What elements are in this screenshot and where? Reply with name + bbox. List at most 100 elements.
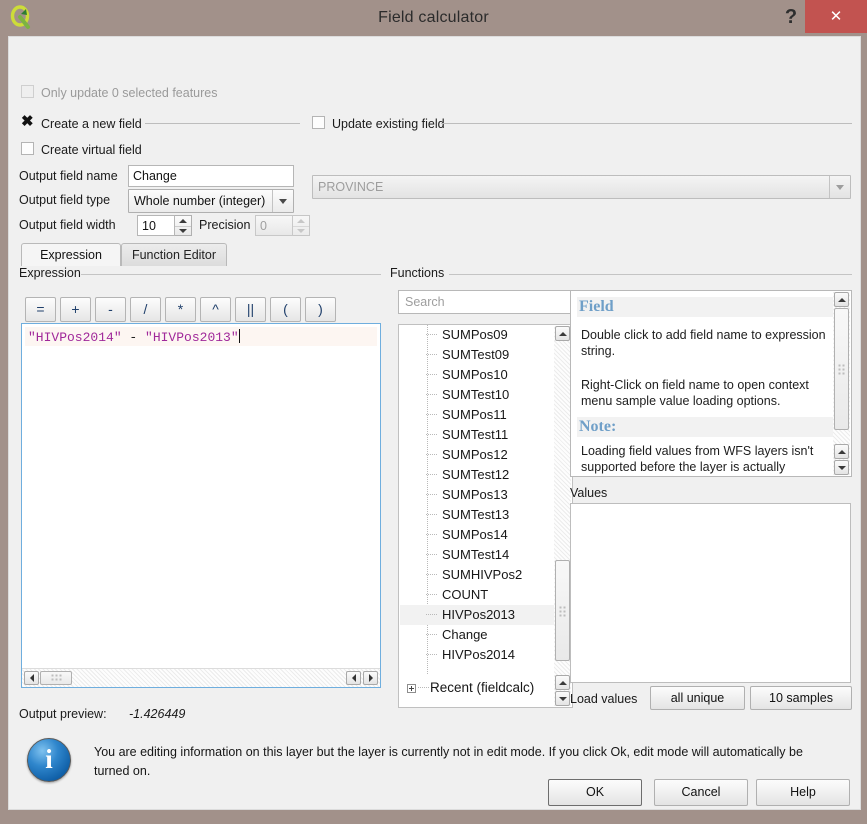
help-note-text: Loading field values from WFS layers isn… <box>581 444 814 474</box>
output-preview-label: Output preview: <box>19 707 107 721</box>
tree-item-change[interactable]: Change <box>400 625 571 645</box>
hscroll-prev-icon[interactable] <box>346 671 361 685</box>
values-list[interactable] <box>570 503 851 683</box>
update-existing-field-label: Update existing field <box>332 117 445 131</box>
operator-button-equals[interactable]: = <box>25 297 56 322</box>
hscroll-thumb[interactable] <box>40 671 72 685</box>
load-values-label: Load values <box>570 692 638 706</box>
tree-item-sumhivpos2[interactable]: SUMHIVPos2 <box>400 565 571 585</box>
operator-button-concat[interactable]: || <box>235 297 266 322</box>
cancel-button[interactable]: Cancel <box>654 779 748 806</box>
tree-branch-icon <box>426 474 438 475</box>
tree-branch-icon <box>426 614 438 615</box>
precision-stepper-down-icon <box>293 225 309 237</box>
tree-item-hivpos2014[interactable]: HIVPos2014 <box>400 645 571 665</box>
tree-item-count[interactable]: COUNT <box>400 585 571 605</box>
update-existing-field-checkbox[interactable] <box>312 116 325 129</box>
tree-item-label: SUMTest09 <box>442 347 510 362</box>
functions-search-input[interactable]: Search <box>398 290 573 314</box>
tree-item-sumpos11[interactable]: SUMPos11 <box>400 405 571 425</box>
tree-item-label: SUMTest10 <box>442 387 510 402</box>
hscroll-left-icon[interactable] <box>24 671 39 685</box>
output-field-width-stepper[interactable] <box>175 215 192 236</box>
help-note-heading: Note: <box>577 417 843 437</box>
tree-item-sumpos14[interactable]: SUMPos14 <box>400 525 571 545</box>
vscroll-down-step-icon[interactable] <box>555 675 570 690</box>
only-update-selected-label: Only update 0 selected features <box>41 86 218 100</box>
tree-item-sumpos12[interactable]: SUMPos12 <box>400 445 571 465</box>
help-scroll-thumb[interactable] <box>834 308 849 430</box>
expression-hscrollbar[interactable] <box>22 668 380 687</box>
operator-button-plus[interactable]: + <box>60 297 91 322</box>
tree-item-label: HIVPos2013 <box>442 607 515 622</box>
hscroll-right-icon[interactable] <box>363 671 378 685</box>
precision-input: 0 <box>255 215 293 236</box>
tree-item-label: SUMTest13 <box>442 507 510 522</box>
tree-item-sumpos10[interactable]: SUMPos10 <box>400 365 571 385</box>
output-field-name-label: Output field name <box>19 169 118 183</box>
tree-item-sumtest11[interactable]: SUMTest11 <box>400 425 571 445</box>
expression-token-field2: "HIVPos2013" <box>145 330 239 345</box>
create-virtual-field-checkbox[interactable] <box>21 142 34 155</box>
close-icon[interactable]: ✕ <box>805 0 867 33</box>
operator-button-paren-close[interactable]: ) <box>305 297 336 322</box>
create-new-field-rule <box>145 123 300 124</box>
operator-button-power[interactable]: ^ <box>200 297 231 322</box>
help-button[interactable]: Help <box>756 779 850 806</box>
only-update-selected-checkbox <box>21 85 34 98</box>
functions-vscrollbar[interactable] <box>554 326 571 706</box>
tab-function-editor[interactable]: Function Editor <box>121 243 227 266</box>
tree-node-recent[interactable]: Recent (fieldcalc) <box>400 678 571 698</box>
tree-branch-icon <box>426 574 438 575</box>
precision-stepper <box>293 215 310 236</box>
operator-button-divide[interactable]: / <box>130 297 161 322</box>
output-field-width-label: Output field width <box>19 218 116 232</box>
tree-item-sumtest09[interactable]: SUMTest09 <box>400 345 571 365</box>
tree-item-sumtest14[interactable]: SUMTest14 <box>400 545 571 565</box>
tree-item-sumtest13[interactable]: SUMTest13 <box>400 505 571 525</box>
ok-button[interactable]: OK <box>548 779 642 806</box>
tree-branch-icon <box>426 594 438 595</box>
tree-item-sumpos09[interactable]: SUMPos09 <box>400 325 571 345</box>
output-field-width-input[interactable]: 10 <box>137 215 175 236</box>
vscroll-thumb[interactable] <box>555 560 570 661</box>
window-title: Field calculator <box>378 9 489 26</box>
tree-item-sumtest12[interactable]: SUMTest12 <box>400 465 571 485</box>
tree-branch-icon <box>426 514 438 515</box>
operator-button-paren-open[interactable]: ( <box>270 297 301 322</box>
tree-item-hivpos2013[interactable]: HIVPos2013 <box>400 605 571 625</box>
expression-editor[interactable]: "HIVPos2014" - "HIVPos2013" <box>21 323 381 688</box>
operator-button-multiply[interactable]: * <box>165 297 196 322</box>
text-caret <box>238 329 240 343</box>
help-scroll-up-icon[interactable] <box>834 292 849 307</box>
tree-branch-icon <box>426 654 438 655</box>
tree-branch-icon <box>426 334 438 335</box>
all-unique-button[interactable]: all unique <box>650 686 745 710</box>
expression-text: "HIVPos2014" - "HIVPos2013" <box>28 329 240 345</box>
expand-plus-icon[interactable] <box>407 684 416 693</box>
chevron-down-icon <box>272 190 293 212</box>
stepper-up-icon[interactable] <box>175 216 191 226</box>
help-scroll-up-step-icon[interactable] <box>834 444 849 459</box>
ten-samples-button[interactable]: 10 samples <box>750 686 852 710</box>
help-scroll-down-icon[interactable] <box>834 460 849 475</box>
stepper-down-icon[interactable] <box>175 225 191 237</box>
create-new-field-checkbox[interactable]: ✖ <box>21 114 34 129</box>
output-field-type-combo[interactable]: Whole number (integer) <box>128 189 294 213</box>
tree-item-sumtest10[interactable]: SUMTest10 <box>400 385 571 405</box>
functions-tree[interactable]: SUMPos09 SUMTest09 SUMPos10 SUMTest10 SUMPos… <box>398 324 573 708</box>
vscroll-down-icon[interactable] <box>555 691 570 706</box>
tree-item-sumpos13[interactable]: SUMPos13 <box>400 485 571 505</box>
output-field-name-input[interactable]: Change <box>128 165 294 187</box>
help-heading: Field <box>577 297 843 317</box>
dialog-body: Only update 0 selected features ✖ Create… <box>8 36 861 810</box>
vscroll-up-icon[interactable] <box>555 326 570 341</box>
tree-node-recent-label: Recent (fieldcalc) <box>430 680 535 695</box>
tree-item-label: SUMPos12 <box>442 447 508 462</box>
titlebar-help-icon[interactable]: ? <box>777 4 805 32</box>
tree-branch-icon <box>426 374 438 375</box>
operator-button-minus[interactable]: - <box>95 297 126 322</box>
help-panel: Field Double click to add field name to … <box>570 290 852 477</box>
tab-expression[interactable]: Expression <box>21 243 121 266</box>
help-vscrollbar[interactable] <box>833 292 850 475</box>
